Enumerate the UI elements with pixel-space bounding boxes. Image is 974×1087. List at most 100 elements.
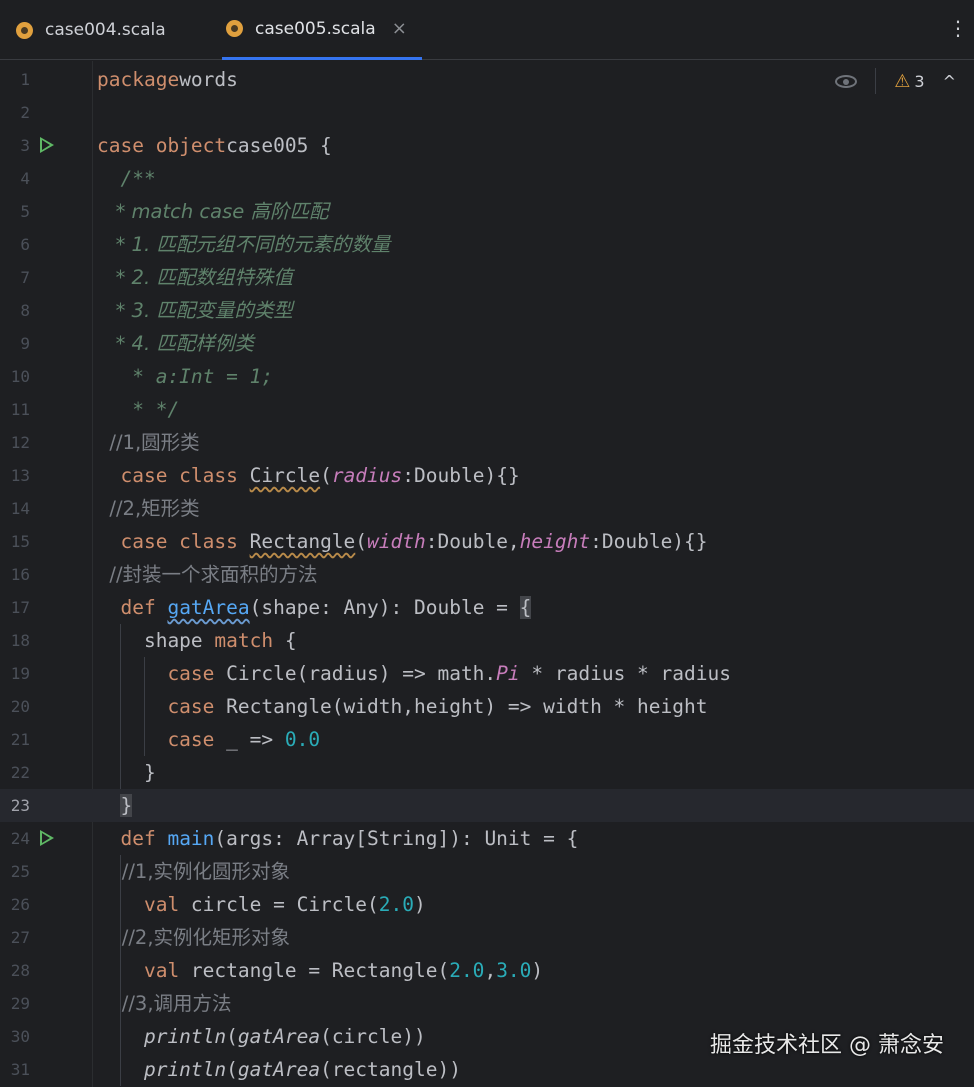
- line-number: 5: [20, 202, 30, 221]
- line-number: 26: [10, 895, 30, 914]
- code-token: }: [97, 761, 156, 784]
- code-line[interactable]: 23 }: [0, 789, 974, 822]
- code-token: //2,实例化矩形对象: [97, 926, 291, 949]
- code-editor[interactable]: 1 packagewords 2 3 case objectcase005 {4 /**…: [0, 61, 974, 1087]
- chevron-up-icon[interactable]: ^: [943, 72, 956, 91]
- code-line[interactable]: 2: [0, 96, 974, 129]
- code-token: def: [97, 827, 168, 850]
- code-text: case Circle(radius) => math.Pi * radius …: [97, 657, 731, 690]
- indent-guide: [120, 855, 121, 1086]
- code-token: Circle: [249, 464, 321, 487]
- code-line[interactable]: 13 case class Circle(radius:Double){}: [0, 459, 974, 492]
- code-line[interactable]: 24 def main(args: Array[String]): Unit =…: [0, 822, 974, 855]
- more-options-icon[interactable]: ⋮: [948, 16, 968, 40]
- code-token: Rectangle: [249, 530, 356, 553]
- line-number: 8: [20, 301, 30, 320]
- code-text: * */: [97, 393, 179, 426]
- scala-file-icon: [16, 21, 33, 39]
- warnings-indicator[interactable]: ⚠ 3: [894, 71, 924, 92]
- code-token: gatArea: [237, 1025, 321, 1048]
- code-token: case: [97, 662, 227, 685]
- line-number: 28: [10, 961, 30, 980]
- code-token: //1,实例化圆形对象: [97, 860, 291, 883]
- code-text: * 4. 匹配样例类: [97, 327, 254, 360]
- line-number: 6: [20, 235, 30, 254]
- code-token: (args: Array[String]): Unit = {: [214, 827, 579, 850]
- run-gutter-icon[interactable]: [40, 137, 54, 153]
- code-line[interactable]: 26 val circle = Circle(2.0): [0, 888, 974, 921]
- code-token: (: [226, 1058, 238, 1081]
- code-line[interactable]: 10 * a:Int = 1;: [0, 360, 974, 393]
- code-token: //2,矩形类: [97, 497, 200, 520]
- run-gutter-icon[interactable]: [40, 830, 54, 846]
- code-line[interactable]: 1 packagewords: [0, 63, 974, 96]
- code-token: println: [97, 1025, 227, 1048]
- code-line[interactable]: 14 //2,矩形类: [0, 492, 974, 525]
- code-line[interactable]: 19 case Circle(radius) => math.Pi * radi…: [0, 657, 974, 690]
- line-number: 15: [10, 532, 30, 551]
- code-text: println(gatArea(rectangle)): [97, 1053, 461, 1086]
- code-token: case005 {: [226, 134, 332, 157]
- code-token: case: [97, 695, 227, 718]
- code-token: Circle(radius) => math.: [226, 662, 497, 685]
- code-token: * 4. 匹配样例类: [97, 332, 254, 355]
- code-token: ): [531, 959, 544, 982]
- code-line[interactable]: 7 * 2. 匹配数组特殊值: [0, 261, 974, 294]
- tab-case005[interactable]: case005.scala ×: [222, 0, 422, 60]
- code-text: * a:Int = 1;: [97, 360, 273, 393]
- code-token: _ =>: [226, 728, 285, 751]
- code-line[interactable]: 27 //2,实例化矩形对象: [0, 921, 974, 954]
- line-number: 17: [10, 598, 30, 617]
- code-token: }: [120, 794, 133, 817]
- code-line[interactable]: 8 * 3. 匹配变量的类型: [0, 294, 974, 327]
- code-line[interactable]: 21 case _ => 0.0: [0, 723, 974, 756]
- code-line[interactable]: 11 * */: [0, 393, 974, 426]
- code-line[interactable]: 29 //3,调用方法: [0, 987, 974, 1020]
- close-icon[interactable]: ×: [392, 18, 407, 39]
- code-line[interactable]: 9 * 4. 匹配样例类: [0, 327, 974, 360]
- code-line[interactable]: 18 shape match {: [0, 624, 974, 657]
- code-line[interactable]: 3 case objectcase005 {: [0, 129, 974, 162]
- line-number: 14: [10, 499, 30, 518]
- eye-icon[interactable]: [835, 74, 858, 88]
- code-line[interactable]: 20 case Rectangle(width,height) => width…: [0, 690, 974, 723]
- code-token: Rectangle(width,height) => width * heigh…: [226, 695, 708, 718]
- code-line[interactable]: 6 * 1. 匹配元组不同的元素的数量: [0, 228, 974, 261]
- line-number: 29: [10, 994, 30, 1013]
- line-number: 16: [10, 565, 30, 584]
- code-line[interactable]: 12 //1,圆形类: [0, 426, 974, 459]
- code-text: /**: [97, 162, 155, 195]
- line-number: 25: [10, 862, 30, 881]
- code-token: circle = Circle(: [190, 893, 379, 916]
- code-token: //封装一个求面积的方法: [97, 563, 318, 586]
- line-number: 13: [10, 466, 30, 485]
- code-token: val: [97, 893, 191, 916]
- code-token: width: [367, 530, 426, 553]
- code-line[interactable]: 5 * match case 高阶匹配: [0, 195, 974, 228]
- code-token: case: [97, 728, 227, 751]
- code-token: (: [226, 1025, 238, 1048]
- code-token: ): [414, 893, 426, 916]
- tab-label: case004.scala: [45, 20, 166, 40]
- code-text: //1,圆形类: [97, 426, 199, 459]
- line-number: 21: [10, 730, 30, 749]
- code-line[interactable]: 22 }: [0, 756, 974, 789]
- line-number: 2: [20, 103, 30, 122]
- code-line[interactable]: 4 /**: [0, 162, 974, 195]
- code-line[interactable]: 17 def gatArea(shape: Any): Double = {: [0, 591, 974, 624]
- code-line[interactable]: 16 //封装一个求面积的方法: [0, 558, 974, 591]
- code-text: //1,实例化圆形对象: [97, 855, 290, 888]
- tab-case004[interactable]: case004.scala: [12, 0, 202, 60]
- code-token: def: [97, 596, 168, 619]
- line-number: 11: [10, 400, 30, 419]
- code-token: 0.0: [284, 728, 321, 751]
- code-line[interactable]: 25 //1,实例化圆形对象: [0, 855, 974, 888]
- scala-file-icon: [226, 20, 243, 37]
- code-token: ,: [484, 959, 497, 982]
- code-token: radius: [331, 464, 403, 487]
- code-token: :Double){}: [402, 464, 520, 487]
- code-line[interactable]: 28 val rectangle = Rectangle(2.0,3.0): [0, 954, 974, 987]
- code-line[interactable]: 15 case class Rectangle(width:Double,hei…: [0, 525, 974, 558]
- code-token: (rectangle)): [320, 1058, 461, 1081]
